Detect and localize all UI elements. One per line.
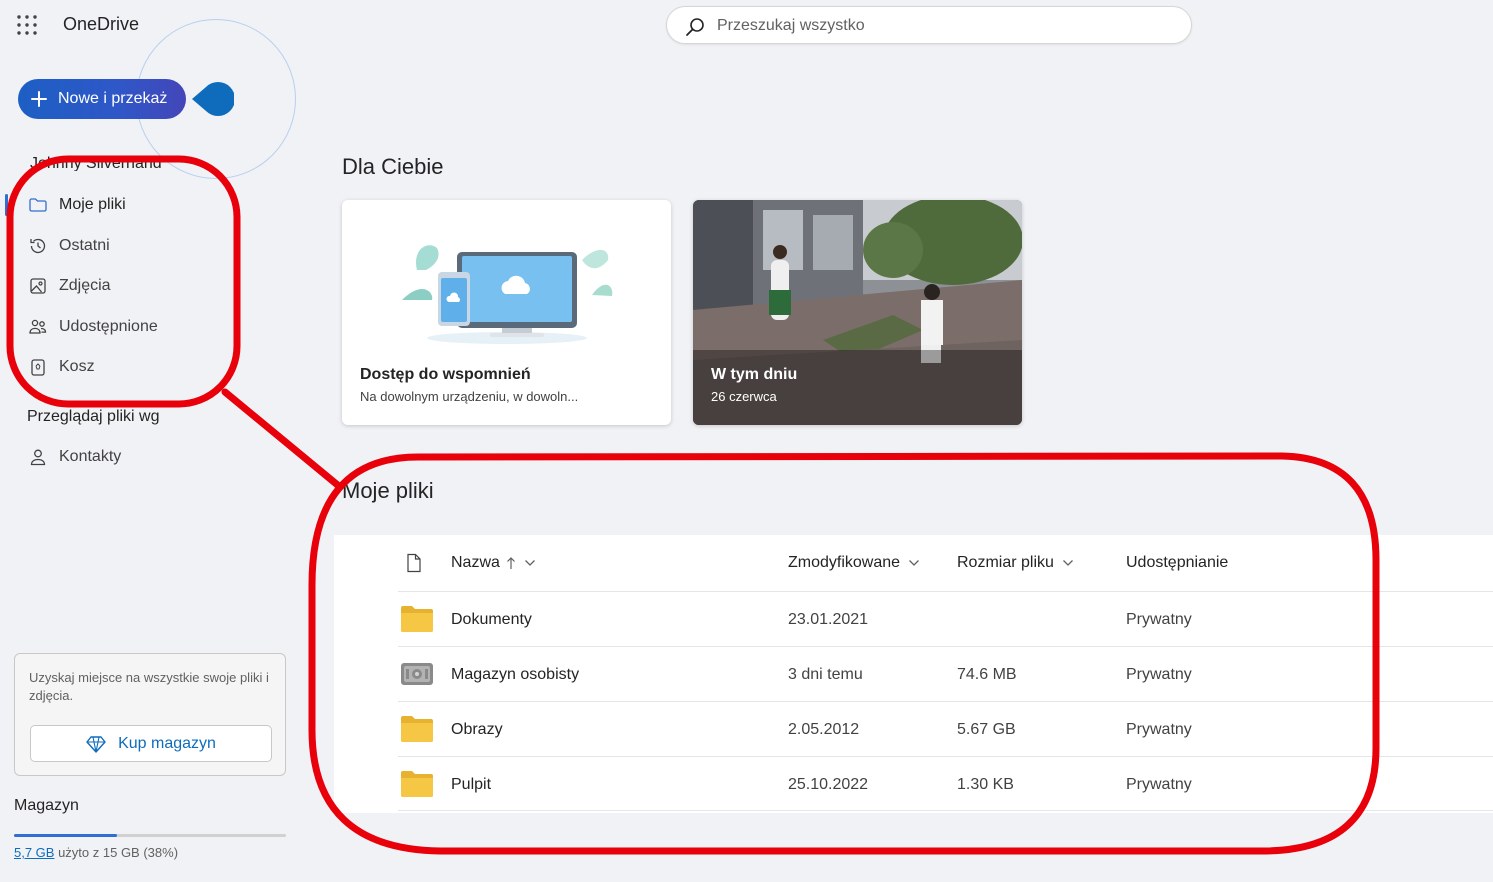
active-indicator: [5, 194, 8, 216]
people-icon: [28, 317, 48, 337]
recycle-bin-icon: [28, 357, 48, 377]
sidebar-item-label: Zdjęcia: [59, 277, 111, 294]
column-header-name[interactable]: Nazwa: [451, 535, 536, 591]
file-size: 5.67 GB: [957, 720, 1016, 738]
sidebar-item-label: Ostatni: [59, 237, 110, 254]
file-name[interactable]: Obrazy: [451, 702, 503, 757]
column-header-label: Rozmiar pliku: [957, 554, 1054, 571]
sidebar-item-shared[interactable]: Udostępnione: [28, 311, 158, 343]
column-header-size[interactable]: Rozmiar pliku: [957, 535, 1074, 591]
storage-promo: Uzyskaj miejsce na wszystkie swoje pliki…: [14, 653, 286, 776]
sidebar-item-recycle-bin[interactable]: Kosz: [28, 351, 95, 383]
column-header-label: Nazwa: [451, 554, 500, 571]
file-size: 1.30 KB: [957, 775, 1014, 793]
column-header-modified[interactable]: Zmodyfikowane: [788, 535, 920, 591]
sidebar-item-my-files[interactable]: Moje pliki: [28, 189, 126, 221]
buy-storage-button[interactable]: Kup magazyn: [30, 725, 272, 762]
user-name: Johnny Silverhand: [30, 155, 162, 171]
app-launcher-icon[interactable]: [16, 14, 38, 36]
column-header-label: Udostępnianie: [1126, 554, 1229, 571]
storage-progress-bar: [14, 834, 286, 837]
image-icon: [28, 276, 48, 296]
storage-usage-text: 5,7 GB użyto z 15 GB (38%): [14, 845, 178, 860]
browse-section-title: Przeglądaj pliki wg: [27, 408, 160, 425]
file-modified: 2.05.2012: [788, 720, 860, 738]
file-name[interactable]: Dokumenty: [451, 592, 532, 647]
storage-usage-rest: użyto z 15 GB (38%): [54, 845, 179, 860]
table-row[interactable]: Obrazy 2.05.2012 5.67 GB Prywatny: [398, 701, 1493, 756]
sidebar-item-photos[interactable]: Zdjęcia: [28, 270, 111, 302]
memories-card[interactable]: Dostęp do wspomnień Na dowolnym urządzen…: [342, 200, 671, 425]
promo-text: Uzyskaj miejsce na wszystkie swoje pliki…: [29, 670, 269, 703]
sidebar-item-label: Udostępnione: [59, 318, 158, 335]
new-button-label: Nowe i przekaż: [58, 90, 168, 107]
folder-icon: [28, 195, 48, 215]
folder-icon: [400, 605, 434, 633]
sort-ascending-icon: [506, 556, 516, 570]
on-this-day-card[interactable]: W tym dniu 26 czerwca: [693, 200, 1022, 425]
chevron-down-icon: [524, 559, 536, 567]
storage-title: Magazyn: [14, 797, 79, 814]
app-title[interactable]: OneDrive: [63, 14, 139, 35]
for-you-heading: Dla Ciebie: [342, 154, 444, 179]
file-sharing: Prywatny: [1126, 665, 1192, 683]
card-subtitle: Na dowolnym urządzeniu, w dowoln...: [360, 389, 579, 404]
sidebar-item-recent[interactable]: Ostatni: [28, 230, 110, 262]
plus-icon: [30, 90, 48, 108]
sidebar-item-label: Kontakty: [59, 448, 122, 465]
file-size: 74.6 MB: [957, 665, 1017, 683]
person-icon: [28, 447, 48, 467]
vault-icon: [400, 660, 434, 688]
card-subtitle: 26 czerwca: [711, 389, 777, 404]
files-table: Nazwa Zmodyfikowane Rozmiar pliku Udostę…: [334, 535, 1493, 813]
table-row[interactable]: Pulpit 25.10.2022 1.30 KB Prywatny: [398, 756, 1493, 811]
chevron-down-icon: [908, 559, 920, 567]
search-input[interactable]: [715, 13, 1175, 39]
new-and-upload-button[interactable]: Nowe i przekaż: [18, 79, 186, 119]
diamond-icon: [86, 735, 118, 753]
teaching-beacon-icon[interactable]: [190, 81, 234, 117]
search-box[interactable]: [666, 6, 1192, 44]
file-sharing: Prywatny: [1126, 720, 1192, 738]
file-name[interactable]: Magazyn osobisty: [451, 647, 579, 702]
folder-icon: [400, 770, 434, 798]
sidebar-item-label: Moje pliki: [59, 196, 126, 213]
file-modified: 23.01.2021: [788, 610, 869, 628]
file-sharing: Prywatny: [1126, 775, 1192, 793]
history-icon: [28, 236, 48, 256]
file-modified: 3 dni temu: [788, 665, 863, 683]
buy-storage-label: Kup magazyn: [118, 734, 216, 752]
sidebar-item-contacts[interactable]: Kontakty: [28, 441, 121, 473]
file-modified: 25.10.2022: [788, 775, 869, 793]
sidebar-item-label: Kosz: [59, 358, 95, 375]
card-title: W tym dniu: [711, 366, 798, 383]
annotation-connector-line: [221, 388, 344, 491]
folder-icon: [400, 715, 434, 743]
devices-illustration: [402, 245, 613, 344]
table-row[interactable]: Dokumenty 23.01.2021 Prywatny: [398, 591, 1493, 646]
storage-used-link[interactable]: 5,7 GB: [14, 845, 54, 860]
file-sharing: Prywatny: [1126, 610, 1192, 628]
file-name[interactable]: Pulpit: [451, 757, 491, 812]
file-type-header-icon[interactable]: [406, 535, 422, 591]
chevron-down-icon: [1062, 559, 1074, 567]
storage-progress-fill: [14, 834, 118, 837]
column-header-sharing[interactable]: Udostępnianie: [1126, 535, 1228, 591]
table-row[interactable]: Magazyn osobisty 3 dni temu 74.6 MB Pryw…: [398, 646, 1493, 701]
my-files-heading: Moje pliki: [342, 478, 434, 503]
column-header-label: Zmodyfikowane: [788, 554, 901, 571]
search-icon: [685, 17, 705, 37]
card-title: Dostęp do wspomnień: [360, 366, 531, 383]
